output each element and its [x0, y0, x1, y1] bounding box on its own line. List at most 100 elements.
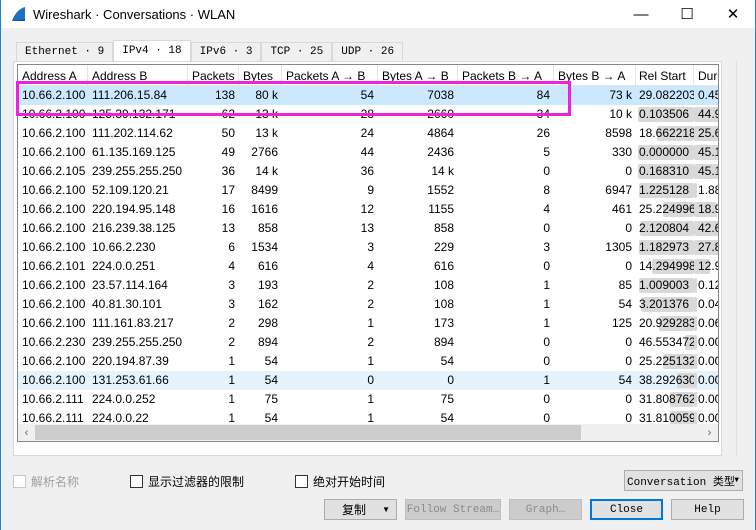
table-row[interactable]: 10.66.2.100 61.135.169.125 49 2766 44 2436 5 33… [18, 143, 718, 162]
conversation-type-dropdown[interactable]: Conversation 类型 ▼ [624, 470, 743, 491]
cell-address-a: 10.66.2.100 [22, 126, 86, 140]
tab-ipv6[interactable]: IPv6 · 3 [190, 42, 262, 61]
absolute-start-time-checkbox[interactable]: 绝对开始时间 [295, 473, 385, 490]
table-row[interactable]: 10.66.2.100 220.194.87.39 1 54 1 54 0 0 25.22513… [18, 352, 718, 371]
checkbox-box [13, 475, 26, 488]
table-row[interactable]: 10.66.2.230 239.255.255.250 2 894 2 894 0 0 46.5… [18, 333, 718, 352]
cell-address-a: 10.66.2.100 [22, 88, 86, 102]
cell-duration: 0.456 [698, 88, 718, 102]
cell-packets: 1 [228, 392, 235, 406]
cell-packets-a-b: 2 [367, 278, 374, 292]
scroll-right-arrow-icon[interactable]: › [701, 424, 718, 441]
table-row[interactable]: 10.66.2.101 224.0.0.251 4 616 4 616 0 0 14.29499… [18, 257, 718, 276]
table-row[interactable]: 10.66.2.105 239.255.255.250 36 14 k 36 14 k00… [18, 162, 718, 181]
cell-packets-a-b: 36 [360, 164, 374, 178]
cell-address-a: 10.66.2.100 [22, 183, 86, 197]
cell-packets: 1 [228, 373, 235, 387]
table-row[interactable]: 10.66.2.100 216.239.38.125 13 858 13 858 0 0 2.1… [18, 219, 718, 238]
close-window-button[interactable]: ✕ [710, 0, 756, 28]
cell-duration: 1.8858 [694, 181, 718, 200]
table-row[interactable]: 10.66.2.100 40.81.30.101 3 162 2 108 1 54 3.2013… [18, 295, 718, 314]
horizontal-scroll-thumb[interactable] [35, 425, 581, 440]
table-row[interactable]: 10.66.2.100 52.109.120.21 17 8499 9 1552 8 6947… [18, 181, 718, 200]
cell-bytes: 298 [257, 316, 278, 330]
limit-to-filter-label: 显示过滤器的限制 [148, 475, 245, 489]
cell-bytes-a-b: 108 [433, 297, 454, 311]
resolve-names-label: 解析名称 [31, 475, 80, 489]
cell-address-b: 125.39.132.171 [92, 107, 176, 121]
column-header-bytes[interactable]: Bytes [239, 65, 282, 86]
tab-udp[interactable]: UDP · 26 [332, 42, 404, 61]
maximize-button[interactable]: ☐ [664, 0, 710, 28]
cell-rel-start: 38.292630 [639, 373, 694, 388]
tab-tcp[interactable]: TCP · 25 [261, 42, 333, 61]
cell-address-a: 10.66.2.111 [22, 392, 84, 406]
table-row[interactable]: 10.66.2.100 111.206.15.84 138 80 k 54 7038 84 7… [18, 86, 718, 105]
cell-address-a: 10.66.2.100 [22, 297, 86, 311]
column-header-packets-b-a[interactable]: Packets B → A [458, 65, 554, 86]
table-row[interactable]: 10.66.2.100 220.194.95.148 16 1616 12 1155 4 46… [18, 200, 718, 219]
column-header-address-a[interactable]: Address A [18, 65, 88, 86]
resolve-names-checkbox[interactable]: 解析名称 [13, 473, 79, 490]
checkbox-box [130, 475, 143, 488]
minimize-button[interactable]: — [618, 0, 664, 28]
table-row[interactable]: 10.66.2.100 125.39.132.171 62 13 k 28 2660 34 1… [18, 105, 718, 124]
graph-button[interactable]: Graph… [509, 499, 582, 520]
dropdown-arrow-icon: ▼ [734, 476, 739, 485]
column-header-bytes-a-b[interactable]: Bytes A → B [378, 65, 458, 86]
table-row[interactable]: 10.66.2.100 131.253.61.66 1 54 0 0 1 54 38.29263… [18, 371, 718, 390]
duration-bar [694, 183, 697, 198]
cell-packets: 49 [221, 145, 235, 159]
column-header-rel-start[interactable]: Rel Start [636, 65, 694, 86]
vertical-scrollbar[interactable] [736, 61, 753, 456]
cell-bytes-b-a: 0 [625, 392, 632, 406]
cell-address-a: 10.66.2.100 [22, 278, 86, 292]
column-header-packets-a-b[interactable]: Packets A → B [282, 65, 378, 86]
cell-address-b: 40.81.30.101 [92, 297, 163, 311]
cell-bytes-a-b: 858 [433, 221, 454, 235]
follow-stream-button[interactable]: Follow Stream… [405, 499, 501, 520]
cell-duration: 0.0000 [694, 371, 718, 390]
table-row[interactable]: 10.66.2.100 23.57.114.164 3 193 2 108 1 85 1.009… [18, 276, 718, 295]
column-header-packets[interactable]: ﹀ Packets [188, 65, 239, 86]
cell-packets-a-b: 2 [367, 297, 374, 311]
table-row[interactable]: 10.66.2.100 111.202.114.62 50 13 k 24 4864 26 8… [18, 124, 718, 143]
horizontal-scrollbar[interactable]: ‹ › [18, 424, 718, 441]
cell-rel-start: 29.082203 [639, 88, 694, 102]
cell-bytes-a-b: 0 [447, 373, 454, 387]
cell-packets-b-a: 0 [543, 259, 550, 273]
cell-packets-a-b: 13 [360, 221, 374, 235]
cell-bytes-a-b: 1552 [427, 183, 454, 197]
cell-address-a: 10.66.2.100 [22, 107, 86, 121]
copy-button[interactable]: 复制 ▼ [324, 499, 397, 520]
cell-packets: 6 [228, 240, 235, 254]
column-header-duration[interactable]: Duration [694, 65, 718, 86]
help-button[interactable]: Help [671, 499, 744, 520]
cell-packets-a-b: 9 [367, 183, 374, 197]
limit-to-filter-checkbox[interactable]: 显示过滤器的限制 [130, 473, 244, 490]
duration-bar [694, 278, 697, 293]
scroll-left-arrow-icon[interactable]: ‹ [18, 424, 35, 441]
cell-duration: 45.154 [694, 162, 718, 181]
table-row[interactable]: 10.66.2.100 10.66.2.230 6 1534 3 229 3 1305 1.18… [18, 238, 718, 257]
cell-bytes-b-a: 10 k [609, 107, 632, 121]
cell-bytes-b-a: 0 [625, 164, 632, 178]
tab-ipv4[interactable]: IPv4 · 18 [113, 40, 191, 61]
cell-rel-start: 20.929283 [639, 316, 694, 331]
table-row[interactable]: 10.66.2.100 111.161.83.217 2 298 1 173 1 125 20.… [18, 314, 718, 333]
cell-bytes-b-a: 54 [618, 373, 632, 387]
column-header-bytes-b-a[interactable]: Bytes B → A [554, 65, 636, 86]
cell-bytes-b-a: 8598 [605, 126, 632, 140]
cell-packets-b-a: 1 [543, 316, 550, 330]
cell-address-a: 10.66.2.100 [22, 316, 86, 330]
tab-ethernet[interactable]: Ethernet · 9 [16, 42, 114, 61]
cell-rel-start: 2.120804 [636, 219, 694, 238]
cell-bytes-b-a: 0 [625, 335, 632, 349]
cell-bytes-b-a: 0 [625, 221, 632, 235]
cell-bytes-a-b: 1155 [428, 202, 454, 216]
column-header-address-b[interactable]: Address B [88, 65, 188, 86]
cell-bytes: 894 [257, 335, 278, 349]
cell-address-a: 10.66.2.230 [22, 335, 86, 349]
close-button[interactable]: Close [590, 499, 663, 520]
table-row[interactable]: 10.66.2.111 224.0.0.252 1 75 1 75 0 0 31.808762 0… [18, 390, 718, 409]
